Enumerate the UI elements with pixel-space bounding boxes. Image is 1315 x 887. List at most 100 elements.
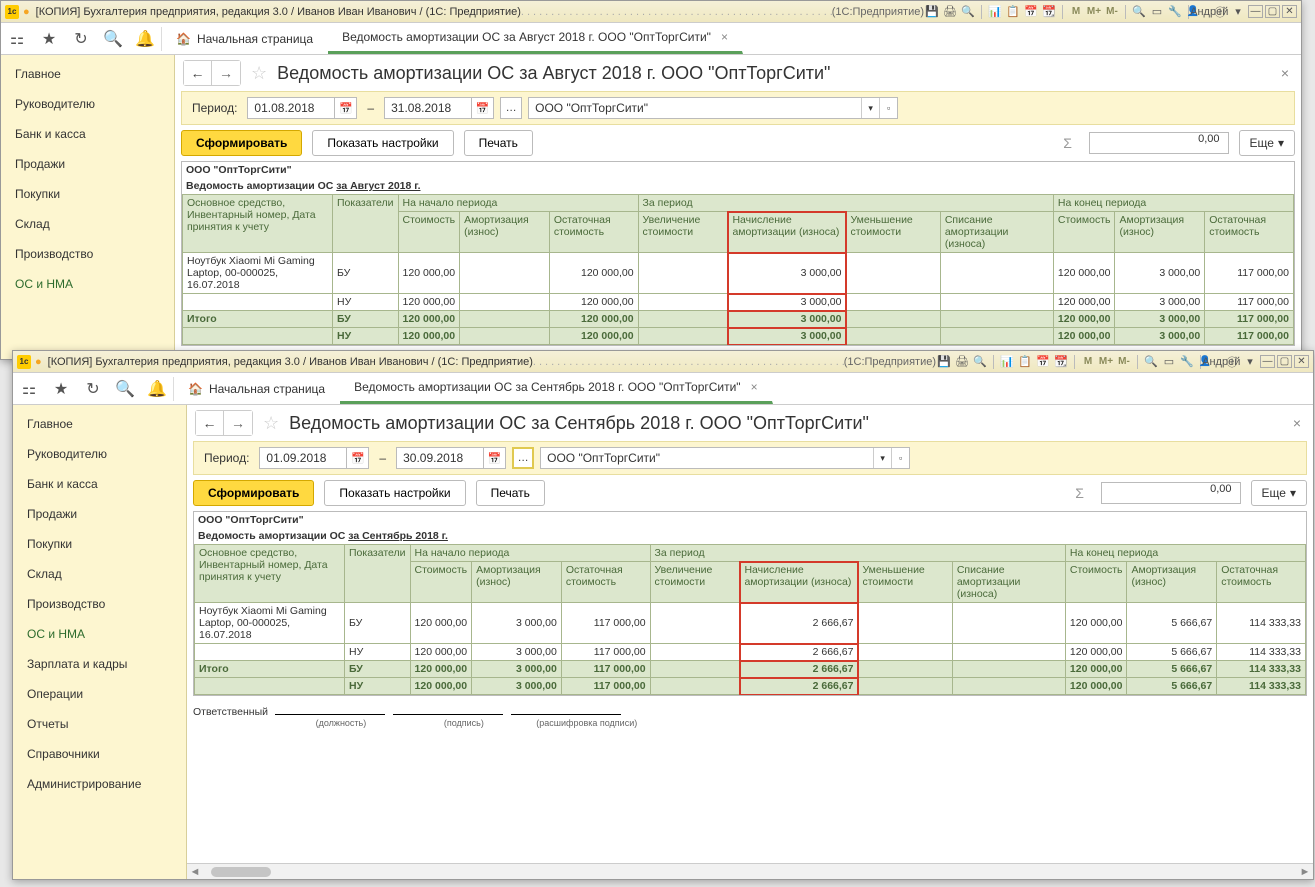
back-button[interactable]: ←: [184, 61, 212, 85]
forward-button[interactable]: →: [212, 61, 240, 85]
date-to-input[interactable]: 31.08.2018📅: [384, 97, 494, 119]
sidebar-item[interactable]: Производство: [1, 239, 174, 269]
date-icon[interactable]: 📆: [1041, 4, 1057, 20]
dropdown-icon[interactable]: ▾: [1242, 354, 1258, 370]
sidebar-item[interactable]: Справочники: [13, 739, 186, 769]
dropdown-icon[interactable]: ▾: [873, 448, 891, 468]
sidebar-item[interactable]: Склад: [1, 209, 174, 239]
sidebar-item[interactable]: Руководителю: [1, 89, 174, 119]
calc-icon[interactable]: 📊: [987, 4, 1003, 20]
scroll-left-icon[interactable]: ◄: [187, 866, 203, 878]
mminus-button[interactable]: M-: [1104, 4, 1120, 20]
panel-icon[interactable]: ▭: [1161, 354, 1177, 370]
settings-button[interactable]: Показать настройки: [312, 130, 453, 156]
close-button[interactable]: ✕: [1282, 5, 1297, 18]
print-button[interactable]: Печать: [464, 130, 533, 156]
dropdown-icon[interactable]: ▾: [1230, 4, 1246, 20]
forward-button[interactable]: →: [224, 411, 252, 435]
sidebar-item[interactable]: Зарплата и кадры: [13, 649, 186, 679]
apps-icon[interactable]: ⚏: [13, 373, 45, 405]
calendar-icon[interactable]: 📅: [471, 97, 493, 119]
back-button[interactable]: ←: [196, 411, 224, 435]
tab-close-icon[interactable]: ×: [751, 380, 758, 394]
save-icon[interactable]: 💾: [924, 4, 940, 20]
tab-active[interactable]: Ведомость амортизации ОС за Август 2018 …: [328, 24, 743, 54]
mplus-button[interactable]: M+: [1098, 354, 1114, 370]
more-button[interactable]: Еще ▾: [1251, 480, 1307, 506]
star-icon[interactable]: ★: [33, 23, 65, 55]
zoom-icon[interactable]: 🔍: [1131, 4, 1147, 20]
sum-input[interactable]: 0,00: [1101, 482, 1241, 504]
print-icon[interactable]: 🖨: [954, 354, 970, 370]
settings-button[interactable]: Показать настройки: [324, 480, 465, 506]
open-icon[interactable]: ▫: [879, 98, 897, 118]
history-icon[interactable]: ↻: [77, 373, 109, 405]
close-button[interactable]: ✕: [1294, 355, 1309, 368]
tools-icon[interactable]: 🔧: [1179, 354, 1195, 370]
org-select[interactable]: ООО "ОптТоргСити"▾▫: [528, 97, 898, 119]
sidebar-item[interactable]: Банк и касса: [1, 119, 174, 149]
sidebar-item[interactable]: Отчеты: [13, 709, 186, 739]
m-button[interactable]: M: [1080, 354, 1096, 370]
mplus-button[interactable]: M+: [1086, 4, 1102, 20]
sidebar-item[interactable]: Склад: [13, 559, 186, 589]
minimize-button[interactable]: —: [1260, 355, 1275, 368]
maximize-button[interactable]: ▢: [1265, 5, 1280, 18]
sidebar-item[interactable]: Продажи: [1, 149, 174, 179]
tab-home[interactable]: 🏠 Начальная страница: [174, 374, 340, 404]
bell-icon[interactable]: 🔔: [129, 23, 161, 55]
sum-input[interactable]: 0,00: [1089, 132, 1229, 154]
sidebar-item[interactable]: ОС и НМА: [1, 269, 174, 299]
apps-icon[interactable]: ⚏: [1, 23, 33, 55]
sidebar-item[interactable]: Руководителю: [13, 439, 186, 469]
more-button[interactable]: Еще ▾: [1239, 130, 1295, 156]
date-to-input[interactable]: 30.09.2018📅: [396, 447, 506, 469]
sidebar-item[interactable]: Покупки: [1, 179, 174, 209]
calendar-icon[interactable]: 📅: [1035, 354, 1051, 370]
preview-icon[interactable]: 🔍: [972, 354, 988, 370]
form-button[interactable]: Сформировать: [193, 480, 314, 506]
page-close-icon[interactable]: ×: [1281, 65, 1289, 81]
fav-star-icon[interactable]: ☆: [251, 63, 267, 84]
date-from-input[interactable]: 01.08.2018📅: [247, 97, 357, 119]
calendar-icon[interactable]: 📅: [1023, 4, 1039, 20]
date-icon[interactable]: 📆: [1053, 354, 1069, 370]
info-icon[interactable]: ⓘ: [1224, 354, 1240, 370]
tab-close-icon[interactable]: ×: [721, 30, 728, 44]
user-label[interactable]: 👤 Андрей: [1206, 354, 1222, 370]
sidebar-item[interactable]: Покупки: [13, 529, 186, 559]
save-icon[interactable]: 💾: [936, 354, 952, 370]
calendar-icon[interactable]: 📅: [346, 447, 368, 469]
form-button[interactable]: Сформировать: [181, 130, 302, 156]
dropdown-icon[interactable]: ▾: [861, 98, 879, 118]
fav-star-icon[interactable]: ☆: [263, 413, 279, 434]
scroll-right-icon[interactable]: ►: [1297, 866, 1313, 878]
period-picker-button[interactable]: …: [500, 97, 522, 119]
print-button[interactable]: Печать: [476, 480, 545, 506]
preview-icon[interactable]: 🔍: [960, 4, 976, 20]
scroll-thumb[interactable]: [211, 867, 271, 877]
period-picker-button[interactable]: …: [512, 447, 534, 469]
m-button[interactable]: M: [1068, 4, 1084, 20]
minimize-button[interactable]: —: [1248, 5, 1263, 18]
bell-icon[interactable]: 🔔: [141, 373, 173, 405]
print-icon[interactable]: 🖨: [942, 4, 958, 20]
zoom-icon[interactable]: 🔍: [1143, 354, 1159, 370]
date-from-input[interactable]: 01.09.2018📅: [259, 447, 369, 469]
calendar-icon[interactable]: 📅: [334, 97, 356, 119]
sidebar-item[interactable]: Продажи: [13, 499, 186, 529]
search-icon[interactable]: 🔍: [97, 23, 129, 55]
tab-active[interactable]: Ведомость амортизации ОС за Сентябрь 201…: [340, 374, 773, 404]
clipboard-icon[interactable]: 📋: [1017, 354, 1033, 370]
horizontal-scrollbar[interactable]: ◄ ►: [187, 863, 1313, 879]
org-select[interactable]: ООО "ОптТоргСити"▾▫: [540, 447, 910, 469]
calendar-icon[interactable]: 📅: [483, 447, 505, 469]
info-icon[interactable]: ⓘ: [1212, 4, 1228, 20]
sidebar-item[interactable]: ОС и НМА: [13, 619, 186, 649]
star-icon[interactable]: ★: [45, 373, 77, 405]
search-icon[interactable]: 🔍: [109, 373, 141, 405]
sidebar-item[interactable]: Банк и касса: [13, 469, 186, 499]
user-label[interactable]: 👤 Андрей: [1194, 4, 1210, 20]
tab-home[interactable]: 🏠 Начальная страница: [162, 24, 328, 54]
calc-icon[interactable]: 📊: [999, 354, 1015, 370]
